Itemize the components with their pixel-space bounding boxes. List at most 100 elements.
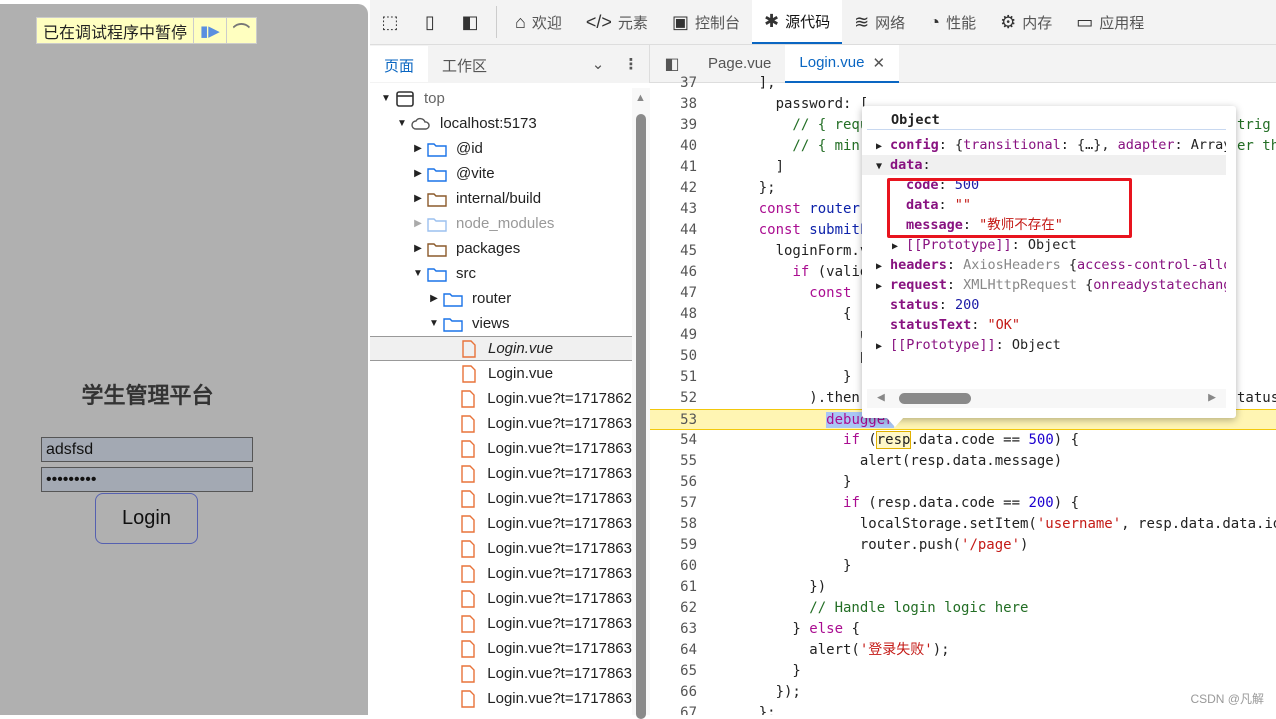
tree-item[interactable]: Login.vue?t=1717863 <box>370 636 632 661</box>
line-number[interactable]: 67 <box>650 703 697 715</box>
expand-right-icon[interactable]: ▶ <box>876 277 890 295</box>
tree-item[interactable]: Login.vue?t=1717862 <box>370 386 632 411</box>
resume-button[interactable]: ▮▶ <box>194 18 227 43</box>
line-number[interactable]: 63 <box>650 619 697 640</box>
caret-right-icon[interactable]: ▶ <box>410 243 426 254</box>
tree-item[interactable]: Login.vue?t=1717863 <box>370 411 632 436</box>
tree-item[interactable]: ▼ localhost:5173 <box>370 111 632 136</box>
expand-down-icon[interactable]: ▼ <box>876 157 890 175</box>
line-number[interactable]: 51 <box>650 367 697 388</box>
line-number[interactable]: 66 <box>650 682 697 703</box>
line-number[interactable]: 37 <box>650 73 697 94</box>
expand-right-icon[interactable]: ▶ <box>876 337 890 355</box>
dock-icon[interactable]: ◧ <box>450 12 490 33</box>
tab-panel-1[interactable]: </> 元素 <box>574 0 660 44</box>
line-number[interactable]: 54 <box>650 430 697 451</box>
caret-down-icon[interactable]: ▼ <box>426 318 442 329</box>
tree-scrollbar[interactable]: ▲ <box>632 88 650 719</box>
caret-down-icon[interactable]: ▼ <box>410 268 426 279</box>
line-number[interactable]: 61 <box>650 577 697 598</box>
device-icon[interactable]: ▯ <box>410 12 450 33</box>
close-icon[interactable]: ✕ <box>872 54 885 72</box>
line-number[interactable]: 57 <box>650 493 697 514</box>
tab-panel-6[interactable]: ⚙ 内存 <box>988 0 1064 44</box>
line-number[interactable]: 53 <box>650 410 697 431</box>
username-input[interactable] <box>41 437 253 462</box>
line-number[interactable]: 62 <box>650 598 697 619</box>
tree-item[interactable]: Login.vue?t=1717863 <box>370 686 632 711</box>
tree-item[interactable]: Login.vue?t=1717863 <box>370 511 632 536</box>
object-property-row[interactable]: statusText: "OK" <box>862 315 1226 335</box>
caret-down-icon[interactable]: ▼ <box>378 93 394 104</box>
tree-item[interactable]: ▼ src <box>370 261 632 286</box>
caret-right-icon[interactable]: ▶ <box>426 293 442 304</box>
expand-right-icon[interactable]: ▶ <box>876 137 890 155</box>
tab-panel-5[interactable]: ◔ 性能 <box>917 0 988 44</box>
tab-panel-2[interactable]: ▣ 控制台 <box>660 0 752 44</box>
password-input[interactable] <box>41 467 253 492</box>
line-number[interactable]: 46 <box>650 262 697 283</box>
toggle-navigator-icon[interactable]: ◧ <box>650 54 694 74</box>
tab-workspace[interactable]: 工作区 <box>428 46 501 82</box>
line-number[interactable]: 41 <box>650 157 697 178</box>
line-number[interactable]: 42 <box>650 178 697 199</box>
tab-panel-3[interactable]: ✱ 源代码 <box>751 0 843 44</box>
tree-item[interactable]: ▶ router <box>370 286 632 311</box>
chevron-down-icon[interactable]: ⌄ <box>583 55 613 73</box>
line-number[interactable]: 64 <box>650 640 697 661</box>
tree-item[interactable]: Login.vue?t=1717863 <box>370 461 632 486</box>
object-property-row[interactable]: status: 200 <box>862 295 1226 315</box>
expand-right-icon[interactable]: ▶ <box>892 237 906 255</box>
tab-panel-4[interactable]: ≋ 网络 <box>842 0 917 44</box>
object-property-row[interactable]: ▶ headers: AxiosHeaders {access-control-a… <box>862 255 1226 275</box>
tree-item[interactable]: Login.vue?t=1717863 <box>370 536 632 561</box>
tree-item[interactable]: Login.vue?t=1717863 <box>370 586 632 611</box>
line-number[interactable]: 40 <box>650 136 697 157</box>
line-number[interactable]: 38 <box>650 94 697 115</box>
caret-right-icon[interactable]: ▶ <box>410 193 426 204</box>
tree-item[interactable]: Login.vue <box>370 336 632 361</box>
line-number[interactable]: 49 <box>650 325 697 346</box>
tree-item[interactable]: Login.vue?t=1717863 <box>370 611 632 636</box>
line-number[interactable]: 43 <box>650 199 697 220</box>
tab-panel-7[interactable]: ▭ 应用程 <box>1064 0 1156 44</box>
line-number[interactable]: 48 <box>650 304 697 325</box>
object-property-row[interactable]: ▶ [[Prototype]]: Object <box>862 235 1226 255</box>
line-number[interactable]: 59 <box>650 535 697 556</box>
line-number[interactable]: 45 <box>650 241 697 262</box>
tree-item[interactable]: Login.vue <box>370 361 632 386</box>
tree-item[interactable]: ▶ node_modules <box>370 211 632 236</box>
tab-page[interactable]: 页面 <box>370 46 429 82</box>
line-number[interactable]: 55 <box>650 451 697 472</box>
tree-item[interactable]: ▶ packages <box>370 236 632 261</box>
object-property-row[interactable]: ▶ [[Prototype]]: Object <box>862 335 1226 355</box>
tab-panel-0[interactable]: ⌂ 欢迎 <box>503 0 574 44</box>
line-number[interactable]: 50 <box>650 346 697 367</box>
line-number[interactable]: 52 <box>650 388 697 409</box>
tree-item[interactable]: ▶ internal/build <box>370 186 632 211</box>
object-property-row[interactable]: ▼ data: <box>862 155 1226 175</box>
more-menu-icon[interactable]: ⋮ <box>613 55 649 73</box>
inspect-icon[interactable]: ⬚ <box>370 12 410 33</box>
line-number[interactable]: 58 <box>650 514 697 535</box>
tree-item[interactable]: Login.vue?t=1717863 <box>370 436 632 461</box>
tree-item[interactable]: Login.vue?t=1717863 <box>370 561 632 586</box>
caret-down-icon[interactable]: ▼ <box>394 118 410 129</box>
tree-item[interactable]: ▶ @id <box>370 136 632 161</box>
object-property-row[interactable]: ▶ config: {transitional: {…}, adapter: Ar… <box>862 135 1226 155</box>
caret-right-icon[interactable]: ▶ <box>410 168 426 179</box>
line-number[interactable]: 44 <box>650 220 697 241</box>
tree-item[interactable]: ▼ views <box>370 311 632 336</box>
login-button[interactable]: Login <box>95 493 198 544</box>
line-number[interactable]: 60 <box>650 556 697 577</box>
line-number[interactable]: 65 <box>650 661 697 682</box>
tree-item[interactable]: Login.vue?t=1717863 <box>370 661 632 686</box>
tree-item[interactable]: Login.vue?t=1717863 <box>370 486 632 511</box>
caret-right-icon[interactable]: ▶ <box>410 143 426 154</box>
caret-right-icon[interactable]: ▶ <box>410 218 426 229</box>
line-number[interactable]: 56 <box>650 472 697 493</box>
step-over-button[interactable]: ⌒ <box>227 18 256 43</box>
tree-item[interactable]: ▶ @vite <box>370 161 632 186</box>
popover-horizontal-scrollbar[interactable]: ◀ ▶ <box>867 389 1226 408</box>
line-number[interactable]: 39 <box>650 115 697 136</box>
